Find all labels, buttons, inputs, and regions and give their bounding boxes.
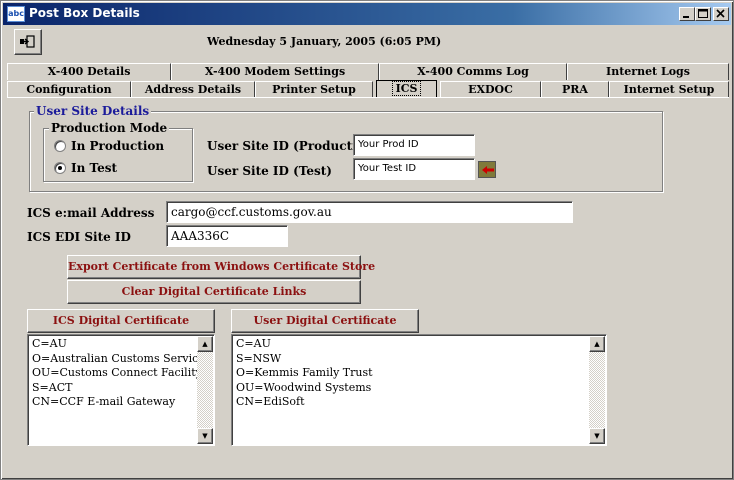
ics-certificate-header[interactable]: ICS Digital Certificate <box>27 309 215 333</box>
list-item: CN=EdiSoft <box>236 395 305 408</box>
tab-exdoc[interactable]: EXDOC <box>440 81 541 98</box>
list-item: S=ACT <box>32 380 73 394</box>
list-item: C=AU <box>236 337 271 350</box>
user-site-details-title: User Site Details <box>34 104 152 118</box>
user-certificate-header[interactable]: User Digital Certificate <box>231 309 419 333</box>
mailbox-app-icon: abc <box>7 6 25 22</box>
ics-email-label: ICS e:mail Address <box>27 206 155 220</box>
user-certificate-listbox[interactable]: C=AU S=NSW O=Kemmis Family Trust OU=Wood… <box>231 334 607 446</box>
tab-internet-setup[interactable]: Internet Setup <box>609 81 729 98</box>
scroll-up-icon[interactable]: ▲ <box>589 336 605 352</box>
ics-certificate-listbox[interactable]: C=AU O=Australian Customs Service OU=Cus… <box>27 334 215 446</box>
minimize-button[interactable] <box>679 7 695 21</box>
export-certificate-button[interactable]: Export Certificate from Windows Certific… <box>67 255 375 279</box>
tab-address-details[interactable]: Address Details <box>131 81 255 98</box>
maximize-button[interactable] <box>695 7 711 21</box>
prod-site-id-input[interactable]: Your Prod ID <box>353 134 475 156</box>
close-button[interactable] <box>713 7 729 21</box>
tab-x400-details[interactable]: X-400 Details <box>7 63 171 80</box>
clear-certificate-links-button[interactable]: Clear Digital Certificate Links <box>67 280 361 304</box>
radio-in-test[interactable]: In Test <box>54 161 117 175</box>
test-site-id-label: User Site ID (Test) <box>207 164 332 178</box>
tab-x400-comms-log[interactable]: X-400 Comms Log <box>379 63 567 80</box>
vertical-scrollbar[interactable]: ▲ ▼ <box>589 336 605 444</box>
radio-checked-icon <box>54 162 66 174</box>
red-arrow-left-icon <box>478 161 496 178</box>
scroll-down-icon[interactable]: ▼ <box>589 428 605 444</box>
minimize-icon <box>683 16 689 18</box>
list-item: S=NSW <box>236 351 282 365</box>
maximize-icon <box>698 9 708 18</box>
ics-edi-site-id-input[interactable]: AAA336C <box>166 225 288 247</box>
list-item: O=Kemmis Family Trust <box>236 366 373 379</box>
list-item: O=Australian Customs Service <box>32 351 205 365</box>
tab-pra[interactable]: PRA <box>541 81 609 98</box>
tab-ics[interactable]: ICS <box>376 80 437 98</box>
post-box-details-window: abc Post Box Details Wednesday 5 January… <box>0 0 734 480</box>
close-icon <box>716 9 725 18</box>
title-bar[interactable]: abc Post Box Details <box>3 3 731 25</box>
window-title: Post Box Details <box>29 6 140 20</box>
tab-x400-modem-settings[interactable]: X-400 Modem Settings <box>171 63 379 80</box>
radio-unchecked-icon <box>54 140 66 152</box>
tab-internet-logs[interactable]: Internet Logs <box>567 63 729 80</box>
tab-printer-setup[interactable]: Printer Setup <box>255 81 373 98</box>
list-item: OU=Woodwind Systems <box>236 380 372 394</box>
current-date-time: Wednesday 5 January, 2005 (6:05 PM) <box>207 35 442 48</box>
list-item: C=AU <box>32 337 67 350</box>
tab-configuration[interactable]: Configuration <box>7 81 131 98</box>
scroll-up-icon[interactable]: ▲ <box>197 336 213 352</box>
radio-in-production[interactable]: In Production <box>54 139 164 153</box>
test-site-id-input[interactable]: Your Test ID <box>353 158 475 180</box>
production-mode-title: Production Mode <box>49 121 170 135</box>
list-item: CN=CCF E-mail Gateway <box>32 395 176 408</box>
list-item: OU=Customs Connect Facility <box>32 366 202 379</box>
ics-email-input[interactable]: cargo@ccf.customs.gov.au <box>166 201 573 223</box>
exit-door-icon <box>20 35 35 48</box>
vertical-scrollbar[interactable]: ▲ ▼ <box>197 336 213 444</box>
scroll-down-icon[interactable]: ▼ <box>197 428 213 444</box>
ics-edi-site-id-label: ICS EDI Site ID <box>27 230 131 244</box>
exit-button[interactable] <box>14 29 42 55</box>
